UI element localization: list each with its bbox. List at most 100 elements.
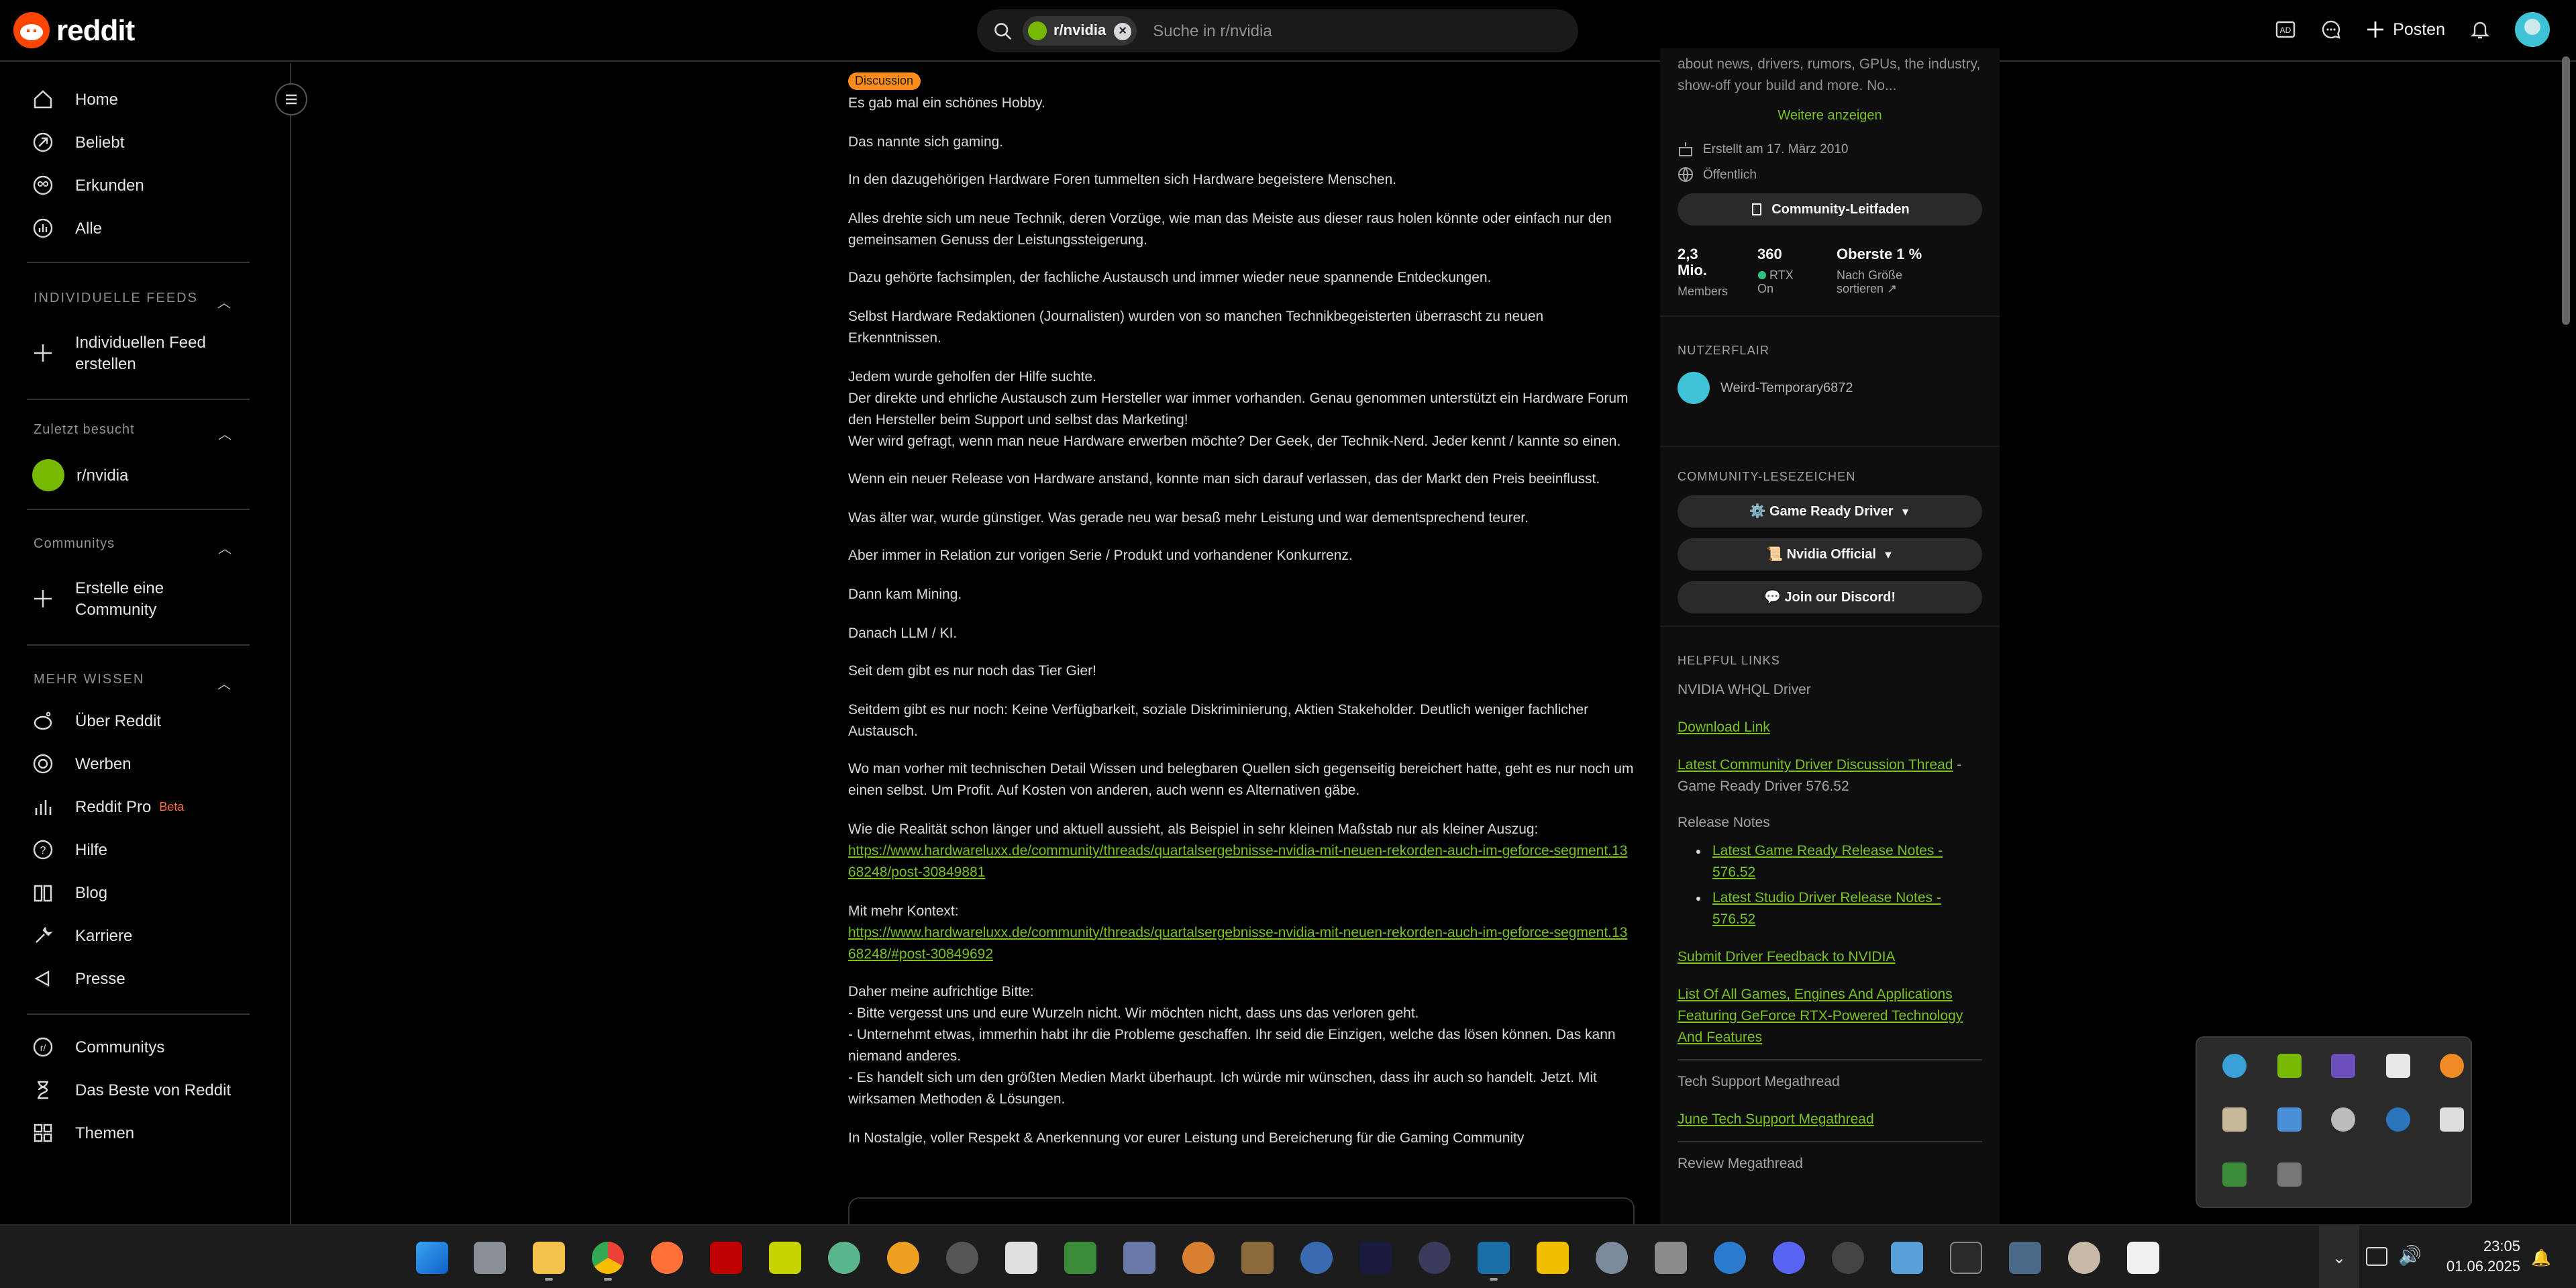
tray-app-icon[interactable] — [1241, 1242, 1274, 1274]
sidebar-item-popular[interactable]: Beliebt — [32, 132, 124, 153]
ad-icon[interactable]: AD — [2275, 19, 2296, 40]
game-ready-notes-link[interactable]: Latest Game Ready Release Notes - 576.52 — [1712, 843, 1943, 881]
create-feed-button[interactable]: Individuellen Feed erstellen — [32, 332, 206, 375]
mouse-tray-icon[interactable] — [2331, 1107, 2355, 1132]
video-icon[interactable] — [1359, 1242, 1392, 1274]
notification-icon[interactable]: 🔔 — [2531, 1248, 2551, 1267]
more-section-header[interactable]: MEHR WISSEN ︿ — [34, 673, 232, 693]
tray-app-icon[interactable] — [2386, 1054, 2410, 1078]
bookmark-nvidia-official[interactable]: 📜 Nvidia Official ▼ — [1678, 538, 1982, 571]
bell-icon[interactable] — [2469, 19, 2491, 40]
tray-app-icon[interactable] — [1123, 1242, 1155, 1274]
post-flair[interactable]: Discussion — [848, 72, 921, 90]
bookmark-discord[interactable]: 💬 Join our Discord! — [1678, 581, 1982, 613]
tray-app-icon[interactable] — [769, 1242, 801, 1274]
page-scrollbar[interactable] — [2561, 51, 2571, 1224]
studio-notes-link[interactable]: Latest Studio Driver Release Notes - 576… — [1712, 890, 1941, 928]
stat-label-row[interactable]: Nach Größe sortieren ↗ — [1837, 268, 1953, 297]
create-post-button[interactable]: Posten — [2366, 20, 2445, 39]
lock-icon[interactable] — [1419, 1242, 1451, 1274]
show-more-button[interactable]: Weitere anzeigen — [1678, 109, 1982, 123]
task-view-icon[interactable] — [474, 1242, 506, 1274]
tray-app-icon[interactable] — [2222, 1162, 2247, 1187]
search-tray-icon[interactable] — [2440, 1054, 2464, 1078]
recent-section-header[interactable]: Zuletzt besucht ︿ — [34, 423, 232, 443]
network-icon[interactable] — [2366, 1247, 2387, 1266]
tray-app-icon[interactable] — [946, 1242, 978, 1274]
chat-icon[interactable] — [2320, 19, 2342, 40]
june-support-link[interactable]: June Tech Support Megathread — [1678, 1111, 1874, 1128]
notepad-icon[interactable] — [1005, 1242, 1037, 1274]
file-explorer-icon[interactable] — [533, 1242, 565, 1281]
user-flair-name: Weird-Temporary6872 — [1720, 381, 1853, 395]
sidebar-item-press[interactable]: Presse — [32, 968, 125, 989]
tray-app-icon[interactable] — [1064, 1242, 1096, 1274]
tray-app-icon[interactable] — [1832, 1242, 1864, 1274]
tray-app-icon[interactable] — [1655, 1242, 1687, 1274]
sidebar-collapse-button[interactable] — [275, 83, 307, 115]
plex-icon[interactable] — [887, 1242, 919, 1274]
search-input[interactable]: Suche in r/nvidia — [1153, 21, 1272, 40]
tray-app-icon[interactable] — [1714, 1242, 1746, 1274]
clock[interactable]: 23:05 01.06.2025 — [2446, 1238, 2520, 1278]
latest-thread-link[interactable]: Latest Community Driver Discussion Threa… — [1678, 757, 1953, 773]
equalizer-tray-icon[interactable] — [2277, 1162, 2302, 1187]
tray-chevron-icon[interactable]: ⌄ — [2319, 1226, 2359, 1288]
feeds-section-header[interactable]: INDIVIDUELLE FEEDS ︿ — [34, 291, 232, 311]
discord-icon[interactable] — [1773, 1242, 1805, 1274]
tray-app-icon[interactable] — [2068, 1242, 2100, 1274]
community-guidelines-button[interactable]: Community-Leitfaden — [1678, 193, 1982, 226]
sidebar-item-careers[interactable]: Karriere — [32, 925, 132, 946]
scrollbar-thumb[interactable] — [2562, 56, 2570, 325]
tray-app-icon[interactable] — [2222, 1054, 2247, 1078]
bookmark-game-ready-driver[interactable]: ⚙️ Game Ready Driver ▼ — [1678, 495, 1982, 528]
user-flair-row[interactable]: Weird-Temporary6872 — [1678, 372, 1982, 404]
tray-app-icon[interactable] — [1891, 1242, 1923, 1274]
stat-value: 2,3 Mio. — [1678, 247, 1707, 279]
sidebar-item-about[interactable]: Über Reddit — [32, 710, 161, 732]
tray-app-icon[interactable] — [2009, 1242, 2041, 1274]
sidebar-item-explore[interactable]: Erkunden — [32, 175, 144, 196]
sidebar-item-communities[interactable]: r/ Communitys — [32, 1036, 164, 1058]
star-icon[interactable] — [1537, 1242, 1569, 1274]
sidebar-item-blog[interactable]: Blog — [32, 882, 107, 903]
reddit-logo[interactable]: reddit — [13, 12, 135, 48]
tray-app-icon[interactable] — [2277, 1107, 2302, 1132]
topics-icon — [34, 1124, 52, 1142]
close-icon[interactable]: × — [1114, 22, 1132, 40]
tray-app-icon[interactable] — [828, 1242, 860, 1274]
sidebar-item-help[interactable]: ? Hilfe — [32, 839, 107, 860]
hardwareluxx-link-1[interactable]: https://www.hardwareluxx.de/community/th… — [848, 843, 1627, 881]
nvidia-tray-icon[interactable] — [2277, 1054, 2302, 1078]
steam-tray-icon[interactable] — [2386, 1107, 2410, 1132]
chrome-icon[interactable] — [592, 1242, 624, 1281]
tray-app-icon[interactable] — [2127, 1242, 2159, 1274]
mkv-icon[interactable] — [1300, 1242, 1333, 1274]
steam-icon[interactable] — [1478, 1242, 1510, 1281]
gear-icon[interactable] — [1596, 1242, 1628, 1274]
search-bar[interactable]: r/nvidia × Suche in r/nvidia — [977, 9, 1578, 52]
terminal-icon[interactable] — [1950, 1242, 1982, 1274]
rtx-list-link[interactable]: List Of All Games, Engines And Applicati… — [1678, 987, 1963, 1046]
create-community-button[interactable]: Erstelle eine Community — [32, 577, 164, 620]
sidebar-item-advertise[interactable]: Werben — [32, 753, 132, 775]
tray-app-icon[interactable] — [2222, 1107, 2247, 1132]
sidebar-item-reddit-pro[interactable]: Reddit Pro Beta — [32, 796, 184, 818]
sidebar-item-home[interactable]: Home — [32, 89, 118, 110]
sidebar-item-best-of[interactable]: Das Beste von Reddit — [32, 1079, 231, 1101]
sidebar-item-topics[interactable]: Themen — [32, 1122, 134, 1144]
tray-app-icon[interactable] — [1182, 1242, 1215, 1274]
hardwareluxx-link-2[interactable]: https://www.hardwareluxx.de/community/th… — [848, 924, 1627, 962]
user-avatar[interactable] — [2515, 12, 2550, 47]
firefox-icon[interactable] — [651, 1242, 683, 1274]
plane-tray-icon[interactable] — [2440, 1107, 2464, 1132]
tray-app-icon[interactable] — [2331, 1054, 2355, 1078]
driver-feedback-link[interactable]: Submit Driver Feedback to NVIDIA — [1678, 949, 1895, 965]
start-icon[interactable] — [416, 1242, 448, 1274]
download-link[interactable]: Download Link — [1678, 720, 1770, 736]
sidebar-item-r-nvidia[interactable]: r/nvidia — [32, 459, 128, 491]
volume-icon[interactable]: 🔊 — [2398, 1244, 2422, 1267]
sidebar-item-all[interactable]: Alle — [32, 217, 102, 239]
communities-section-header[interactable]: Communitys ︿ — [34, 537, 232, 557]
filezilla-icon[interactable] — [710, 1242, 742, 1274]
